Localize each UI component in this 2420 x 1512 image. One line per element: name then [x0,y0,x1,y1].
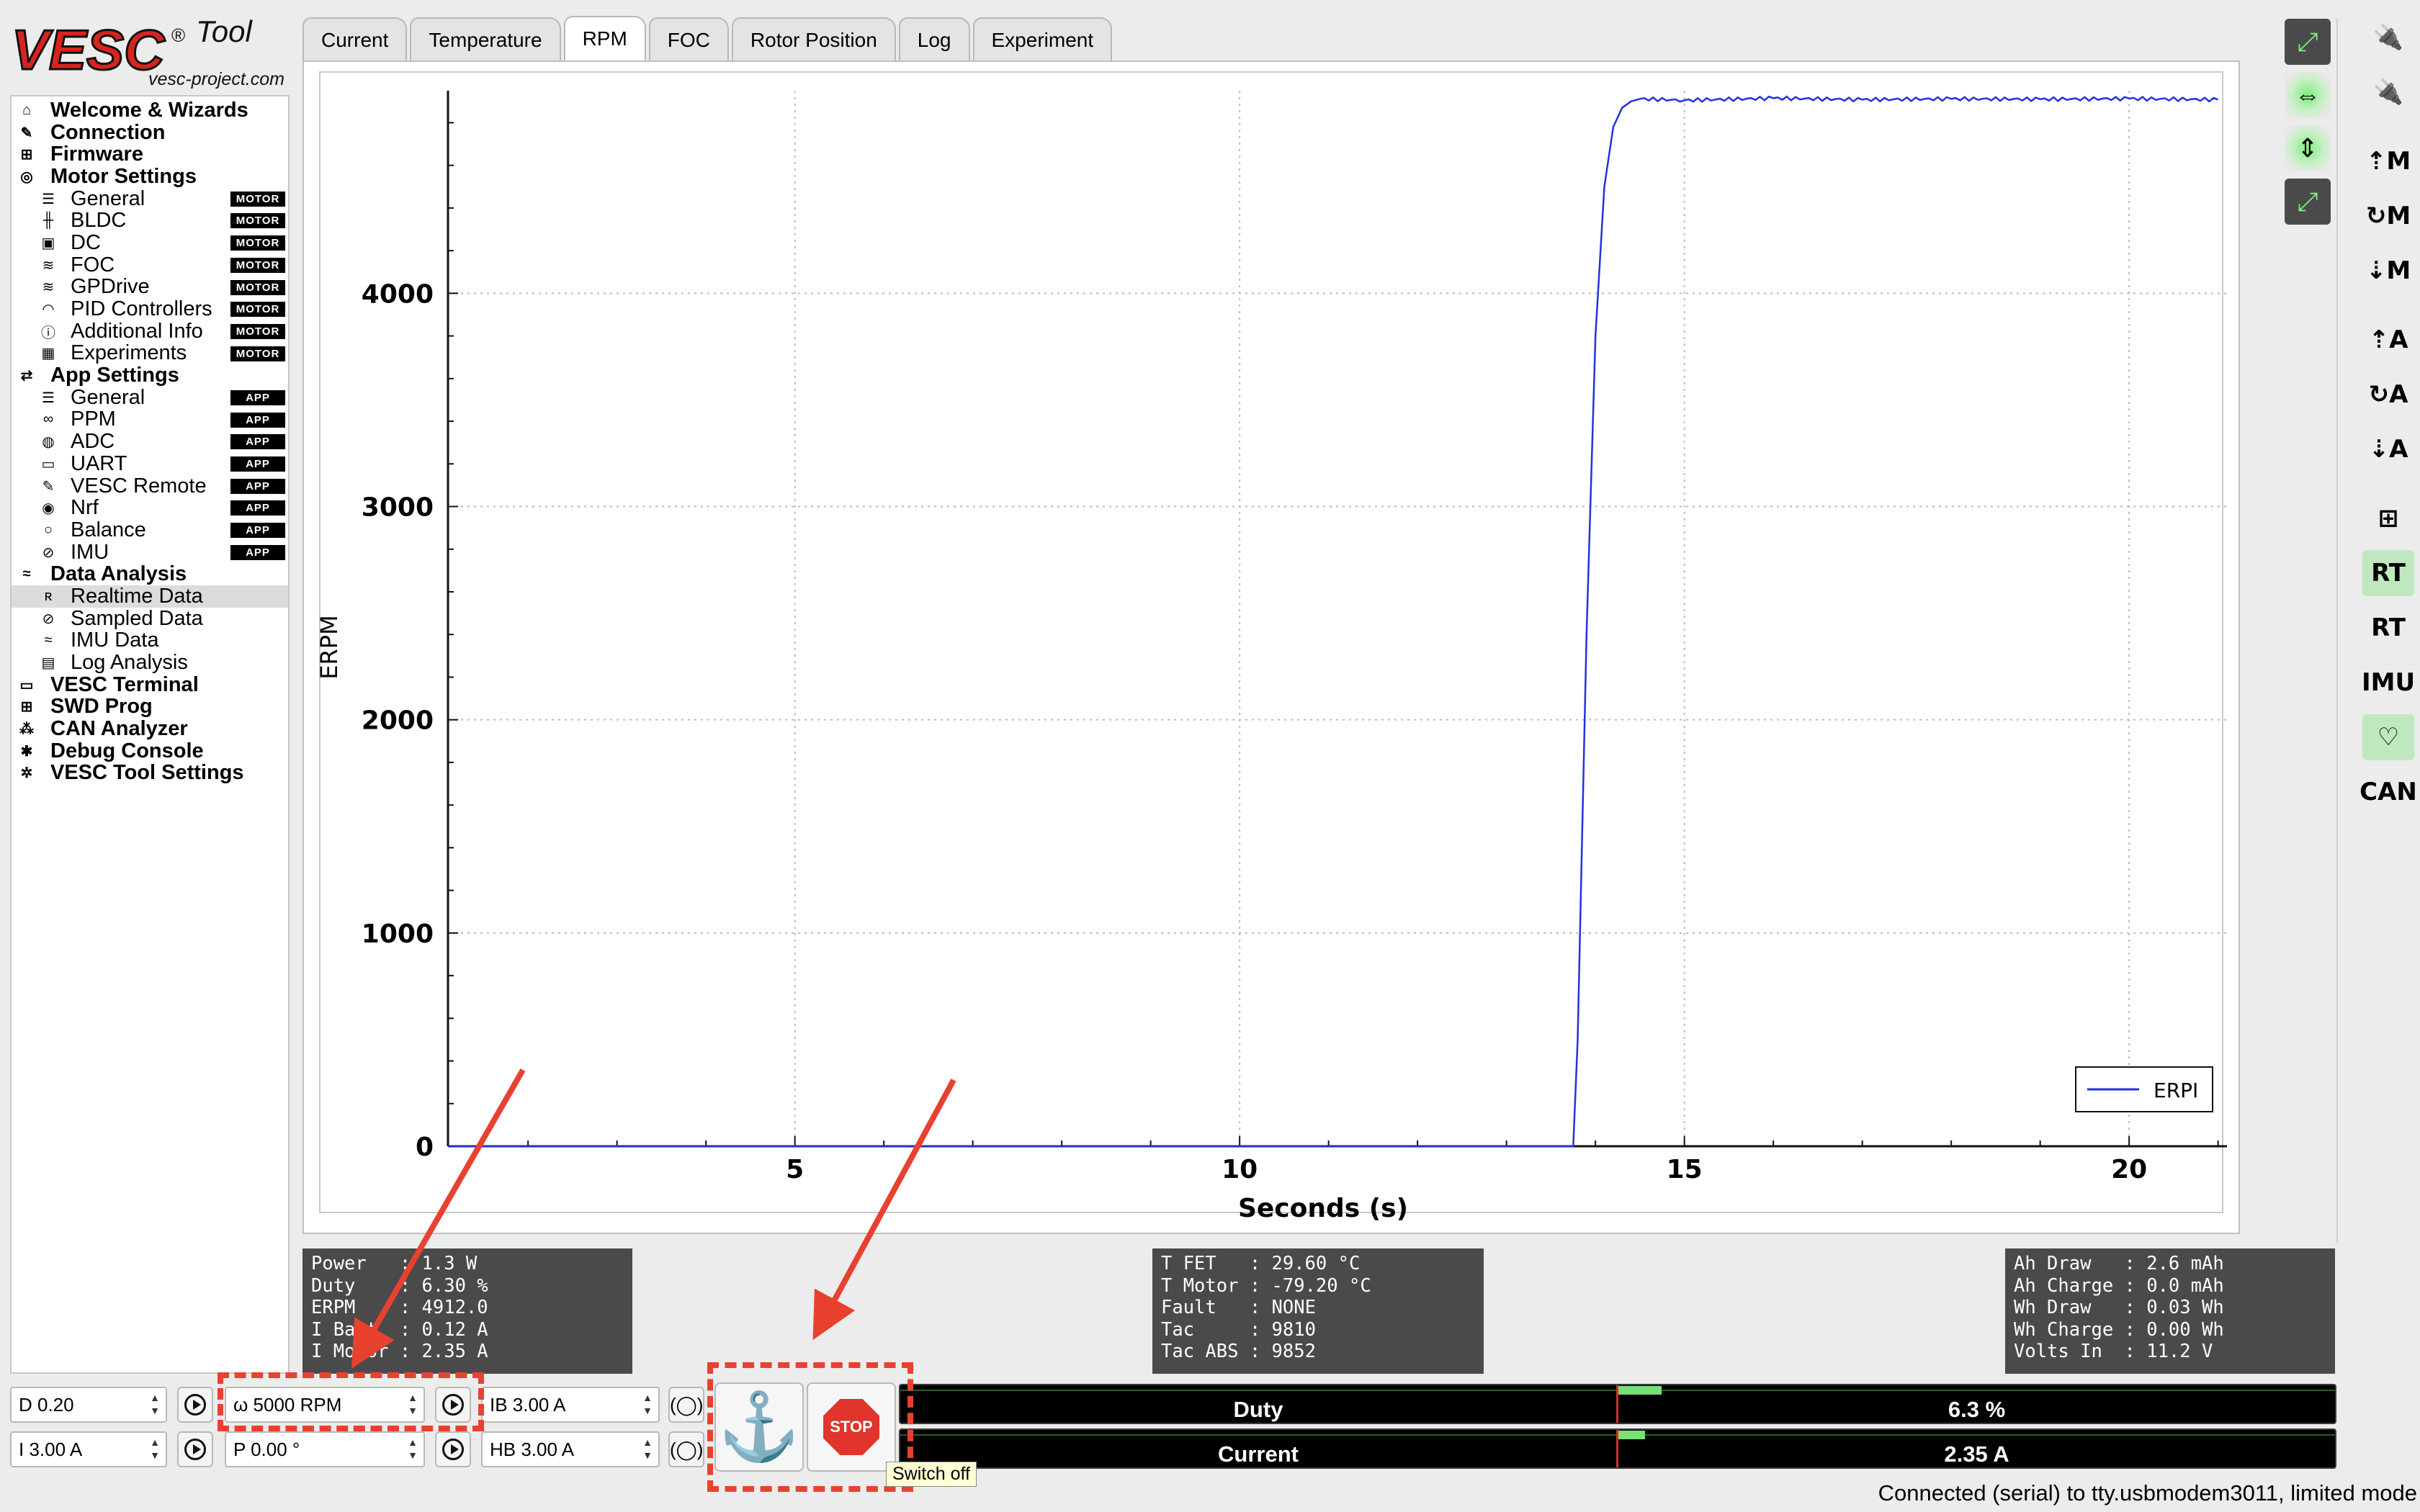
annotation-arrow-to-rpm [351,1068,526,1369]
annotation-arrows [351,1068,956,1369]
switch-off-tooltip: Switch off [886,1462,977,1487]
annotation-arrow-to-stop [812,1079,956,1341]
status-bar-text: Connected (serial) to tty.usbmodem3011, … [1878,1480,2417,1506]
